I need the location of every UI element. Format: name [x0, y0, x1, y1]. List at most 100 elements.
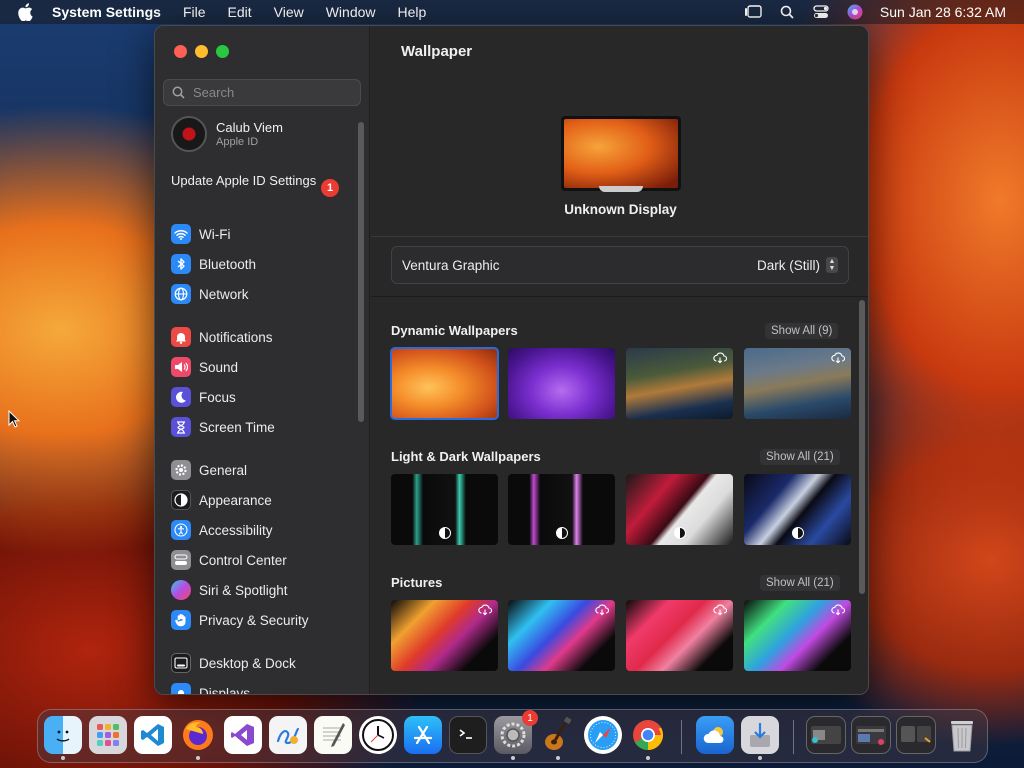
globe-icon [171, 284, 191, 304]
dock-textedit-icon[interactable] [314, 716, 352, 754]
sidebar-scrollbar[interactable] [358, 122, 364, 422]
dock-garageband-icon[interactable] [539, 716, 577, 754]
menu-app-name[interactable]: System Settings [52, 4, 161, 20]
chevron-up-down-icon: ▲ ▼ [826, 257, 838, 273]
appearance-mode-select[interactable]: Dark (Still) ▲ ▼ [757, 257, 838, 273]
display-icon [171, 683, 191, 694]
minimize-button[interactable] [195, 45, 208, 58]
sidebar-item-siri-spotlight[interactable]: Siri & Spotlight [171, 579, 288, 601]
dock-chrome-icon[interactable] [629, 716, 667, 754]
sidebar-item-privacy-security[interactable]: Privacy & Security [171, 609, 309, 631]
dock-visual-studio-icon[interactable] [224, 716, 262, 754]
menu-view[interactable]: View [274, 4, 304, 20]
dock-minimized-window-icon[interactable] [806, 716, 846, 754]
running-indicator [758, 756, 762, 760]
spotlight-search-icon[interactable] [778, 3, 796, 21]
settings-window: Calub Viem Apple ID Update Apple ID Sett… [154, 25, 869, 695]
update-badge: 1 [321, 179, 339, 197]
page-title: Wallpaper [401, 43, 473, 60]
light-dark-icon [791, 527, 804, 539]
dock-firefox-icon[interactable] [179, 716, 217, 754]
wallpaper-thumb-monterey[interactable] [508, 348, 615, 419]
display-name: Unknown Display [564, 202, 677, 217]
sidebar-item-accessibility[interactable]: Accessibility [171, 519, 273, 541]
sidebar-item-label: Notifications [199, 329, 273, 345]
show-all-light-dark-button[interactable]: Show All (21) [760, 449, 840, 465]
dock-weather-icon[interactable] [696, 716, 734, 754]
speaker-icon [171, 357, 191, 377]
apple-id-profile[interactable]: Calub Viem Apple ID [171, 116, 283, 152]
hand-icon [171, 610, 191, 630]
wallpaper-thumb-picture-3[interactable] [626, 600, 733, 671]
show-all-dynamic-button[interactable]: Show All (9) [765, 323, 839, 339]
menu-file[interactable]: File [183, 4, 206, 20]
search-icon [172, 86, 185, 99]
control-center-icon[interactable] [812, 3, 830, 21]
search-field[interactable] [163, 79, 361, 106]
sidebar-item-control-center[interactable]: Control Center [171, 549, 287, 571]
dock-app-store-icon[interactable] [404, 716, 442, 754]
sidebar-item-label: Sound [199, 359, 239, 375]
dock-separator [681, 720, 682, 754]
sidebar-item-desktop-dock[interactable]: Desktop & Dock [171, 652, 296, 674]
sidebar-item-label: Network [199, 286, 249, 302]
dock-installer-icon[interactable] [741, 716, 779, 754]
system-settings-badge: 1 [522, 710, 538, 726]
dock-system-settings-icon[interactable]: 1 [494, 710, 538, 754]
control-center-icon [171, 550, 191, 570]
wallpaper-picker[interactable]: Ventura Graphic Dark (Still) ▲ ▼ [391, 246, 849, 284]
update-apple-id-item[interactable]: Update Apple ID Settings [171, 173, 341, 189]
dock-clock-icon[interactable] [359, 716, 397, 754]
sidebar-item-focus[interactable]: Focus [171, 386, 236, 408]
sidebar-item-displays[interactable]: Displays [171, 682, 250, 694]
sidebar-item-appearance[interactable]: Appearance [171, 489, 272, 511]
sidebar: Calub Viem Apple ID Update Apple ID Sett… [155, 26, 370, 694]
sidebar-item-screen-time[interactable]: Screen Time [171, 416, 275, 438]
content-scrollbar[interactable] [859, 300, 865, 594]
dock-terminal-icon[interactable] [449, 716, 487, 754]
wallpaper-thumb-ventura[interactable] [390, 347, 499, 420]
display-preview [561, 116, 681, 191]
menu-bar: System Settings File Edit View Window He… [0, 0, 1024, 24]
dock-finder-icon[interactable] [44, 716, 82, 754]
sidebar-item-label: Screen Time [199, 419, 275, 435]
sidebar-item-bluetooth[interactable]: Bluetooth [171, 253, 256, 275]
sidebar-item-network[interactable]: Network [171, 283, 249, 305]
dock-downloads-stack-icon[interactable] [896, 716, 936, 754]
show-all-pictures-button[interactable]: Show All (21) [760, 575, 840, 591]
dock-trash-icon[interactable] [943, 716, 981, 754]
apple-menu-icon[interactable] [18, 3, 36, 21]
close-button[interactable] [174, 45, 187, 58]
menu-datetime[interactable]: Sun Jan 28 6:32 AM [880, 4, 1006, 20]
cloud-download-icon [595, 604, 609, 616]
wallpaper-thumb-picture-1[interactable] [391, 600, 498, 671]
dock-safari-icon[interactable] [584, 716, 622, 754]
wallpaper-thumb-picture-2[interactable] [508, 600, 615, 671]
wallpaper-thumb-catalina-day[interactable] [744, 348, 851, 419]
dock-vscode-icon[interactable] [134, 716, 172, 754]
profile-subtitle: Apple ID [216, 136, 259, 148]
sidebar-list: Calub Viem Apple ID Update Apple ID Sett… [155, 112, 355, 694]
menu-edit[interactable]: Edit [228, 4, 252, 20]
sidebar-item-wifi[interactable]: Wi-Fi [171, 223, 230, 245]
wallpaper-thumb-catalina[interactable] [626, 348, 733, 419]
sidebar-item-general[interactable]: General [171, 459, 247, 481]
dock-freeform-icon[interactable] [269, 716, 307, 754]
zoom-button[interactable] [216, 45, 229, 58]
sidebar-item-sound[interactable]: Sound [171, 356, 238, 378]
stage-manager-icon[interactable] [744, 3, 762, 21]
wallpaper-thumb-picture-4[interactable] [744, 600, 851, 671]
dock-launchpad-icon[interactable] [89, 716, 127, 754]
siri-icon[interactable] [846, 3, 864, 21]
wallpaper-thumb-light-dark-2[interactable] [508, 474, 615, 545]
cloud-download-icon [831, 352, 845, 364]
wallpaper-thumb-light-dark-4[interactable] [744, 474, 851, 545]
dock-window-group-icon[interactable] [851, 716, 891, 754]
wallpaper-thumb-light-dark-3[interactable] [626, 474, 733, 545]
menu-help[interactable]: Help [398, 4, 427, 20]
menu-window[interactable]: Window [326, 4, 376, 20]
sidebar-item-label: Accessibility [199, 522, 273, 538]
wallpaper-thumb-light-dark-1[interactable] [391, 474, 498, 545]
sidebar-item-notifications[interactable]: Notifications [171, 326, 273, 348]
search-input[interactable] [193, 85, 353, 100]
